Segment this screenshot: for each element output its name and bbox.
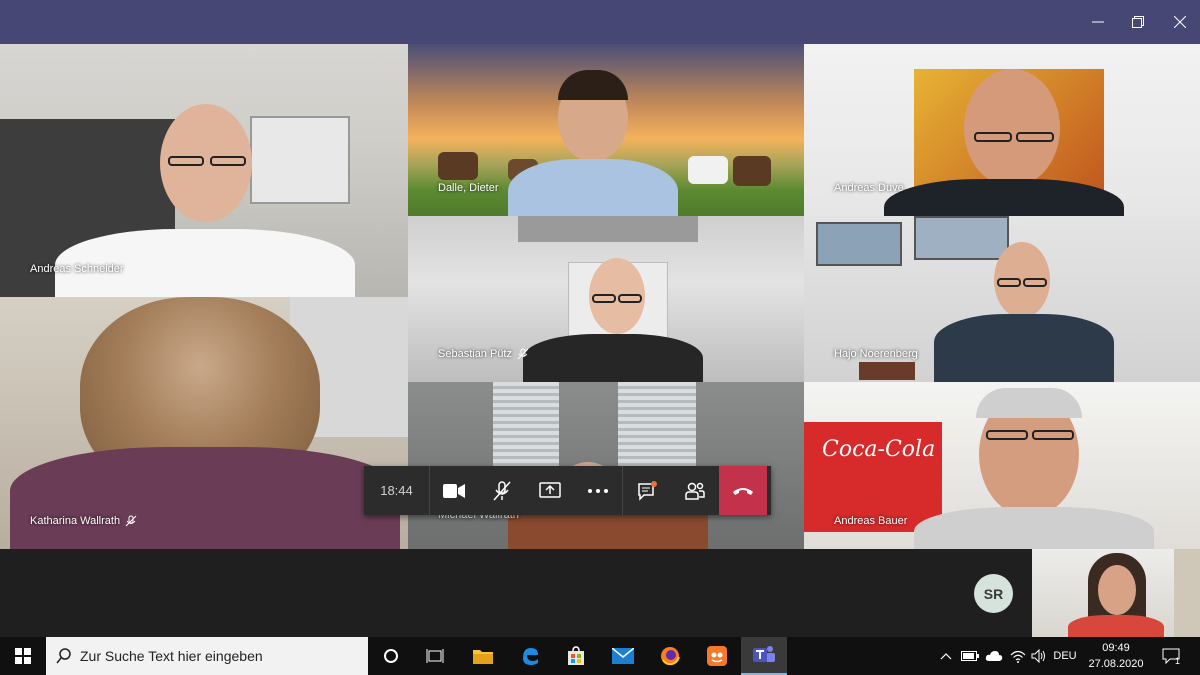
action-center-button[interactable]: 1 — [1156, 637, 1186, 675]
camera-icon — [443, 483, 465, 498]
chat-button[interactable] — [623, 466, 671, 515]
mail-icon — [612, 648, 634, 664]
speaker-icon — [1031, 649, 1045, 663]
search-box[interactable]: Zur Suche Text hier eingeben — [46, 637, 368, 675]
chat-icon — [638, 480, 657, 501]
participant-strip — [0, 549, 1200, 637]
hang-up-icon — [733, 487, 753, 495]
restore-button[interactable] — [1118, 0, 1158, 44]
search-placeholder: Zur Suche Text hier eingeben — [80, 648, 263, 664]
language-indicator[interactable]: DEU — [1050, 637, 1080, 675]
network-button[interactable] — [1006, 637, 1030, 675]
firefox-button[interactable] — [647, 637, 693, 675]
participant-tile[interactable]: Coca-Cola Andreas Bauer — [804, 382, 1200, 549]
search-icon — [56, 648, 71, 664]
wifi-icon — [1010, 650, 1026, 663]
clock[interactable]: 09:49 27.08.2020 — [1078, 640, 1154, 672]
participant-name: Dalle, Dieter — [438, 182, 499, 194]
participant-tile[interactable]: Andreas Duve — [804, 44, 1200, 216]
mute-button[interactable] — [478, 466, 526, 515]
app-button[interactable] — [694, 637, 740, 675]
hang-up-button[interactable] — [719, 466, 767, 515]
file-explorer-button[interactable] — [460, 637, 506, 675]
minimize-icon — [1092, 21, 1104, 23]
restore-icon — [1132, 16, 1144, 28]
task-view-button[interactable] — [412, 637, 458, 675]
camera-button[interactable] — [430, 466, 478, 515]
participant-name: Hajo Noerenberg — [834, 348, 918, 360]
show-hidden-icons-button[interactable] — [936, 637, 956, 675]
mic-off-icon — [493, 480, 511, 500]
firefox-icon — [661, 647, 680, 666]
call-timer: 18:44 — [364, 466, 430, 515]
cortana-button[interactable] — [368, 637, 414, 675]
folder-icon — [473, 650, 493, 664]
participant-tile[interactable]: Dalle, Dieter — [408, 44, 804, 216]
self-view[interactable] — [1032, 549, 1200, 637]
battery-button[interactable] — [958, 637, 982, 675]
store-icon — [568, 646, 584, 665]
share-screen-icon — [539, 481, 561, 498]
title-bar — [0, 0, 1200, 44]
participant-name: Katharina Wallrath — [30, 515, 137, 527]
minimize-button[interactable] — [1078, 0, 1118, 44]
taskbar: Zur Suche Text hier eingeben DEU 09:49 2… — [0, 637, 1200, 675]
participant-name: Sebastian Pütz — [438, 348, 529, 360]
cortana-icon — [384, 649, 398, 663]
close-icon — [1174, 16, 1186, 28]
participant-name: Andreas Bauer — [834, 515, 908, 527]
participants-icon — [685, 482, 705, 500]
app-icon — [707, 646, 727, 666]
teams-button[interactable] — [741, 637, 787, 675]
teams-icon — [753, 646, 775, 662]
notification-count: 1 — [1174, 656, 1180, 666]
mic-off-icon — [517, 348, 529, 360]
windows-icon — [15, 648, 31, 664]
onedrive-button[interactable] — [982, 637, 1006, 675]
clock-time: 09:49 — [1102, 642, 1130, 654]
task-view-icon — [426, 649, 444, 663]
cloud-icon — [985, 651, 1003, 661]
start-button[interactable] — [0, 637, 46, 675]
more-options-button[interactable] — [574, 466, 622, 515]
share-screen-button[interactable] — [526, 466, 574, 515]
avatar[interactable]: SR — [974, 574, 1013, 613]
store-button[interactable] — [553, 637, 599, 675]
close-button[interactable] — [1160, 0, 1200, 44]
participant-tile[interactable]: Katharina Wallrath — [0, 297, 408, 549]
participant-name: Andreas Schneider — [30, 263, 124, 275]
battery-icon — [961, 651, 979, 661]
participant-tile[interactable]: Sebastian Pütz — [408, 216, 804, 382]
edge-button[interactable] — [507, 637, 553, 675]
participant-tile[interactable]: Andreas Schneider — [0, 44, 408, 297]
participants-button[interactable] — [671, 466, 719, 515]
participant-name: Andreas Duve — [834, 182, 904, 194]
call-controls: 18:44 — [364, 466, 771, 515]
volume-button[interactable] — [1028, 637, 1050, 675]
chevron-up-icon — [940, 653, 952, 660]
participant-tile[interactable]: Hajo Noerenberg — [804, 216, 1200, 382]
mic-off-icon — [125, 515, 137, 527]
mail-button[interactable] — [600, 637, 646, 675]
edge-icon — [523, 648, 538, 665]
more-icon — [588, 488, 608, 493]
clock-date: 27.08.2020 — [1088, 658, 1144, 670]
